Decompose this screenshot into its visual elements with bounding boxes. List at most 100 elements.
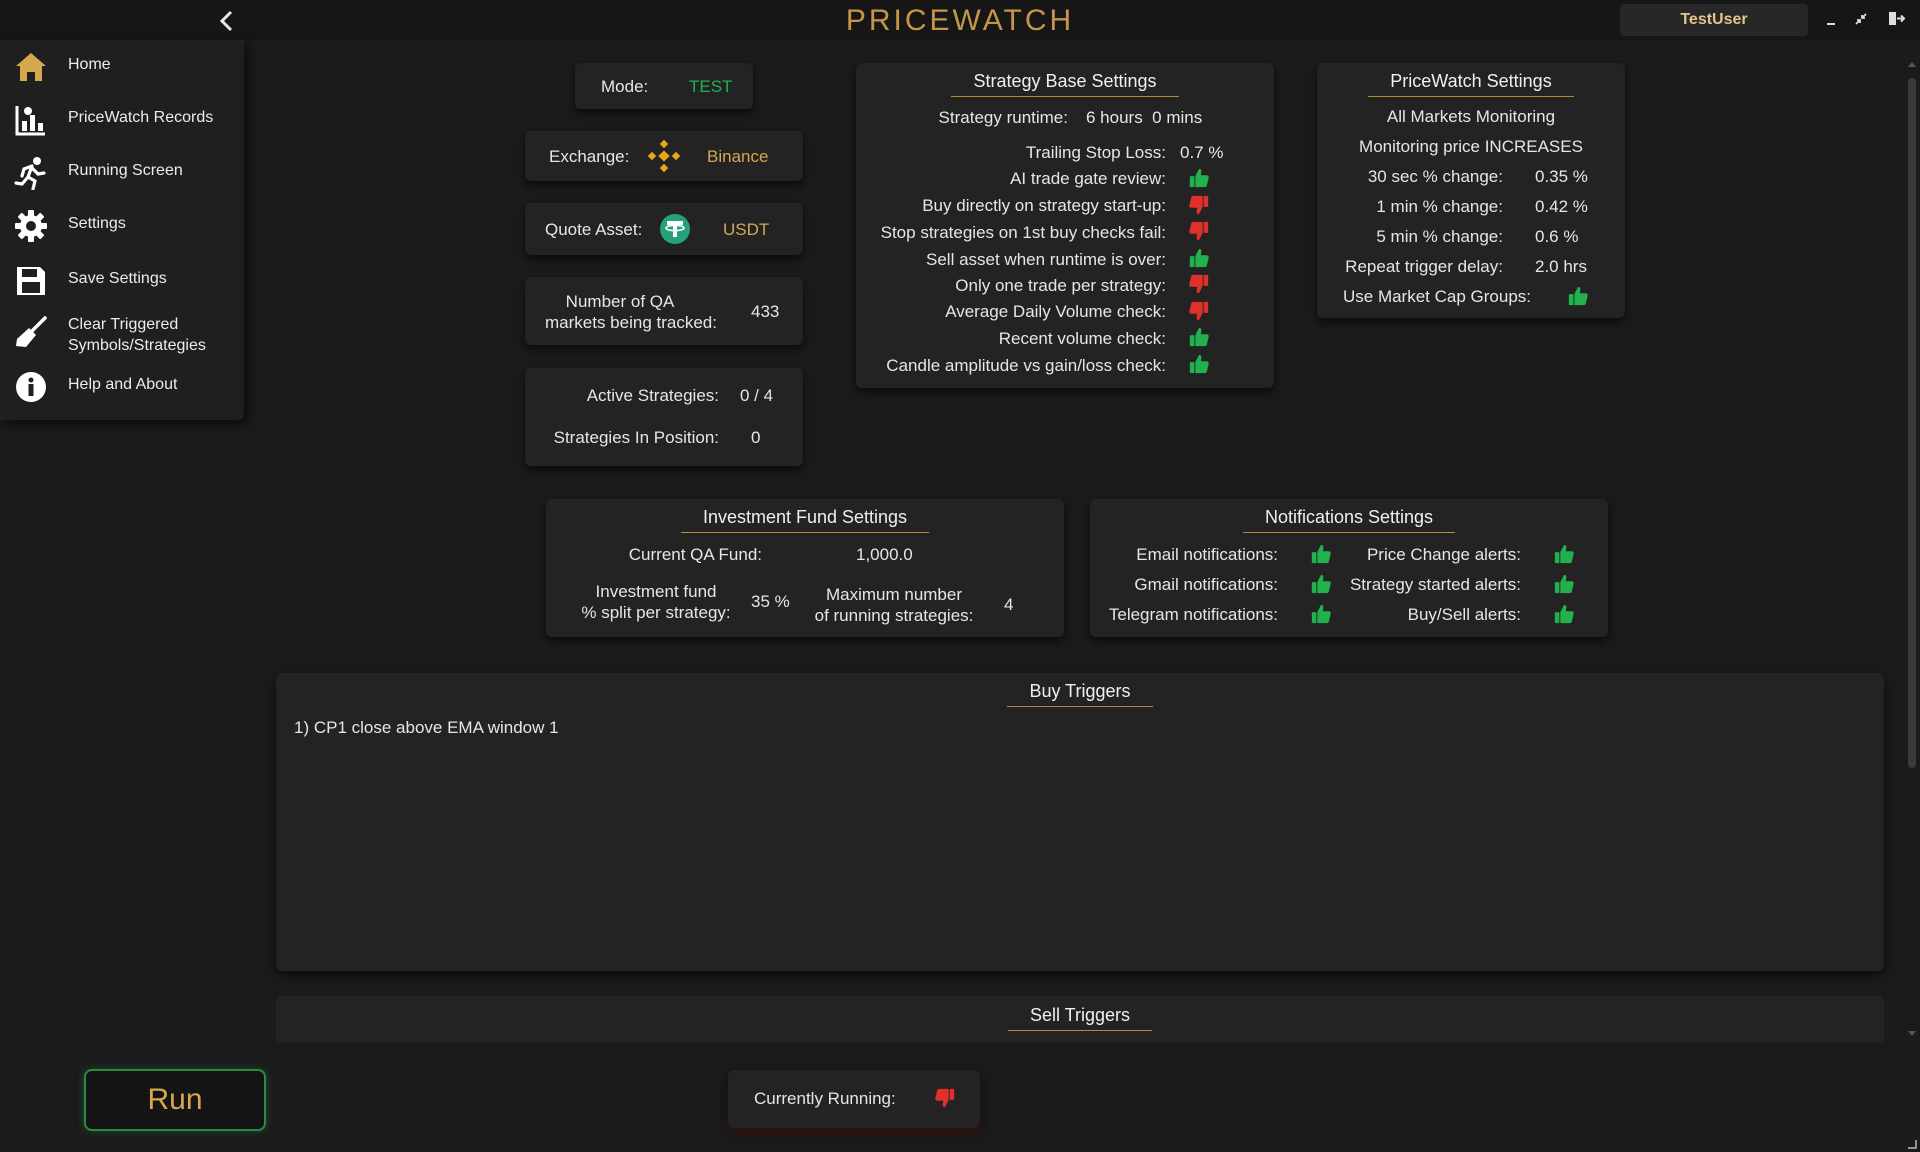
scrollbar[interactable] [1906, 60, 1918, 1040]
pricewatch-repeat-delay-value: 2.0 hrs [1535, 257, 1587, 276]
quote-asset-label: Quote Asset: [545, 220, 643, 239]
email-notifications-label: Email notifications: [1136, 545, 1278, 564]
info-icon [14, 370, 48, 404]
strategies-in-position-value: 0 [751, 428, 761, 447]
check-sell-asset-label: Sell asset when runtime is over: [926, 250, 1166, 269]
sell-triggers-clip: Sell Triggers [276, 996, 1884, 1042]
check-candle-amplitude-label: Candle amplitude vs gain/loss check: [886, 356, 1166, 375]
market-cap-groups-label: Use Market Cap Groups: [1342, 287, 1531, 306]
pricewatch-5min-value: 0.6 % [1535, 227, 1579, 246]
pricewatch-line2: Monitoring price INCREASES [1359, 137, 1583, 156]
mode-panel: Mode: TEST [575, 63, 753, 109]
strategy-base-settings-panel: Strategy Base Settings Strategy runtime:… [856, 63, 1274, 388]
exchange-value: Binance [707, 147, 769, 166]
records-icon [14, 103, 48, 137]
panel-title: Investment Fund Settings [546, 507, 1064, 533]
sidebar-item-label: Settings [68, 215, 126, 232]
run-button[interactable]: Run [84, 1069, 266, 1131]
binance-icon [647, 139, 681, 173]
strategy-runtime-value: 6 hours 0 mins [1086, 108, 1203, 127]
split-per-strategy-label: Investment fund % split per strategy: [581, 582, 731, 622]
buy-triggers-panel: Buy Triggers 1) CP1 close above EMA wind… [276, 673, 1884, 971]
thumbs-down-icon[interactable] [1188, 273, 1210, 295]
sidebar-item-settings[interactable]: Settings [0, 203, 244, 247]
markets-tracked-label: Number of QA markets being tracked: [545, 292, 717, 332]
thumbs-up-icon[interactable] [1553, 543, 1575, 565]
thumbs-down-icon[interactable] [1188, 300, 1210, 322]
broom-icon [14, 315, 48, 349]
sell-triggers-panel: Sell Triggers [276, 996, 1884, 1042]
thumbs-up-icon[interactable] [1188, 167, 1210, 189]
qa-fund-label: Current QA Fund: [628, 545, 762, 564]
telegram-notifications-label: Telegram notifications: [1108, 605, 1278, 624]
sidebar: Home PriceWatch Records Running Screen S… [0, 40, 244, 420]
check-one-trade-label: Only one trade per strategy: [955, 276, 1166, 295]
qa-fund-value: 1,000.0 [856, 545, 913, 564]
quote-asset-value: USDT [723, 220, 770, 239]
panel-title: Sell Triggers [276, 1005, 1884, 1031]
scroll-up-icon[interactable] [1907, 60, 1917, 70]
sidebar-item-home[interactable]: Home [0, 44, 244, 88]
panel-title: Notifications Settings [1090, 507, 1608, 533]
sidebar-item-label: PriceWatch Records [68, 109, 214, 126]
sidebar-item-label: Running Screen [68, 162, 183, 179]
thumbs-down-icon[interactable] [1188, 220, 1210, 242]
strategies-panel: Active Strategies: 0 / 4 Strategies In P… [525, 368, 803, 466]
sidebar-item-records[interactable]: PriceWatch Records [0, 97, 244, 141]
gear-icon [14, 209, 48, 243]
thumbs-up-icon[interactable] [1310, 573, 1332, 595]
mode-label: Mode: [601, 77, 649, 96]
pricewatch-30sec-value: 0.35 % [1535, 167, 1588, 186]
sidebar-item-save-settings[interactable]: Save Settings [0, 258, 244, 302]
exit-icon[interactable] [1886, 9, 1906, 29]
active-strategies-value: 0 / 4 [740, 386, 774, 405]
sidebar-item-running-screen[interactable]: Running Screen [0, 150, 244, 194]
scroll-thumb[interactable] [1908, 78, 1916, 768]
resize-grip-icon[interactable] [1906, 1138, 1918, 1150]
exchange-panel: Exchange: Binance [525, 131, 803, 181]
notifications-panel: Notifications Settings Email notificatio… [1090, 499, 1608, 637]
panel-title: Strategy Base Settings [856, 71, 1274, 97]
trailing-stop-loss-value: 0.7 % [1180, 143, 1224, 162]
user-button[interactable]: TestUser [1620, 4, 1808, 36]
panel-title: PriceWatch Settings [1317, 71, 1625, 97]
check-ai-trade-gate-label: AI trade gate review: [1010, 169, 1166, 188]
tether-icon [659, 213, 691, 245]
check-stop-strategies-label: Stop strategies on 1st buy checks fail: [880, 223, 1166, 242]
thumbs-up-icon[interactable] [1188, 326, 1210, 348]
scroll-down-icon[interactable] [1907, 1028, 1917, 1038]
mode-value: TEST [689, 77, 733, 96]
thumbs-down-icon[interactable] [1188, 194, 1210, 216]
strategies-in-position-label: Strategies In Position: [553, 428, 719, 447]
strategy-started-alerts-label: Strategy started alerts: [1349, 575, 1521, 594]
trailing-stop-loss-label: Trailing Stop Loss: [1025, 143, 1166, 162]
save-icon [14, 264, 48, 298]
currently-running-label: Currently Running: [754, 1089, 896, 1108]
active-strategies-label: Active Strategies: [586, 386, 719, 405]
sidebar-item-help[interactable]: Help and About [0, 364, 244, 408]
restore-icon[interactable] [1852, 10, 1870, 28]
thumbs-up-icon[interactable] [1188, 247, 1210, 269]
thumbs-up-icon[interactable] [1553, 603, 1575, 625]
minimize-icon[interactable] [1822, 10, 1840, 28]
max-running-strategies-label: Maximum number of running strategies: [814, 585, 974, 625]
sidebar-item-label: Home [68, 56, 111, 73]
sidebar-item-clear-triggered[interactable]: Clear Triggered Symbols/Strategies [0, 309, 244, 359]
pricewatch-5min-label: 5 min % change: [1376, 227, 1503, 246]
thumbs-down-icon [934, 1087, 956, 1109]
split-per-strategy-value: 35 % [751, 592, 790, 611]
check-recent-volume-label: Recent volume check: [998, 329, 1166, 348]
pricewatch-1min-value: 0.42 % [1535, 197, 1588, 216]
thumbs-up-icon[interactable] [1567, 285, 1589, 307]
thumbs-up-icon[interactable] [1310, 543, 1332, 565]
thumbs-up-icon[interactable] [1310, 603, 1332, 625]
gmail-notifications-label: Gmail notifications: [1134, 575, 1278, 594]
markets-tracked-value: 433 [751, 302, 780, 321]
pricewatch-1min-label: 1 min % change: [1376, 197, 1503, 216]
thumbs-up-icon[interactable] [1553, 573, 1575, 595]
sidebar-item-label: Help and About [68, 376, 178, 393]
thumbs-up-icon[interactable] [1188, 353, 1210, 375]
price-change-alerts-label: Price Change alerts: [1366, 545, 1521, 564]
home-icon [14, 50, 48, 84]
check-adv-label: Average Daily Volume check: [945, 302, 1166, 321]
